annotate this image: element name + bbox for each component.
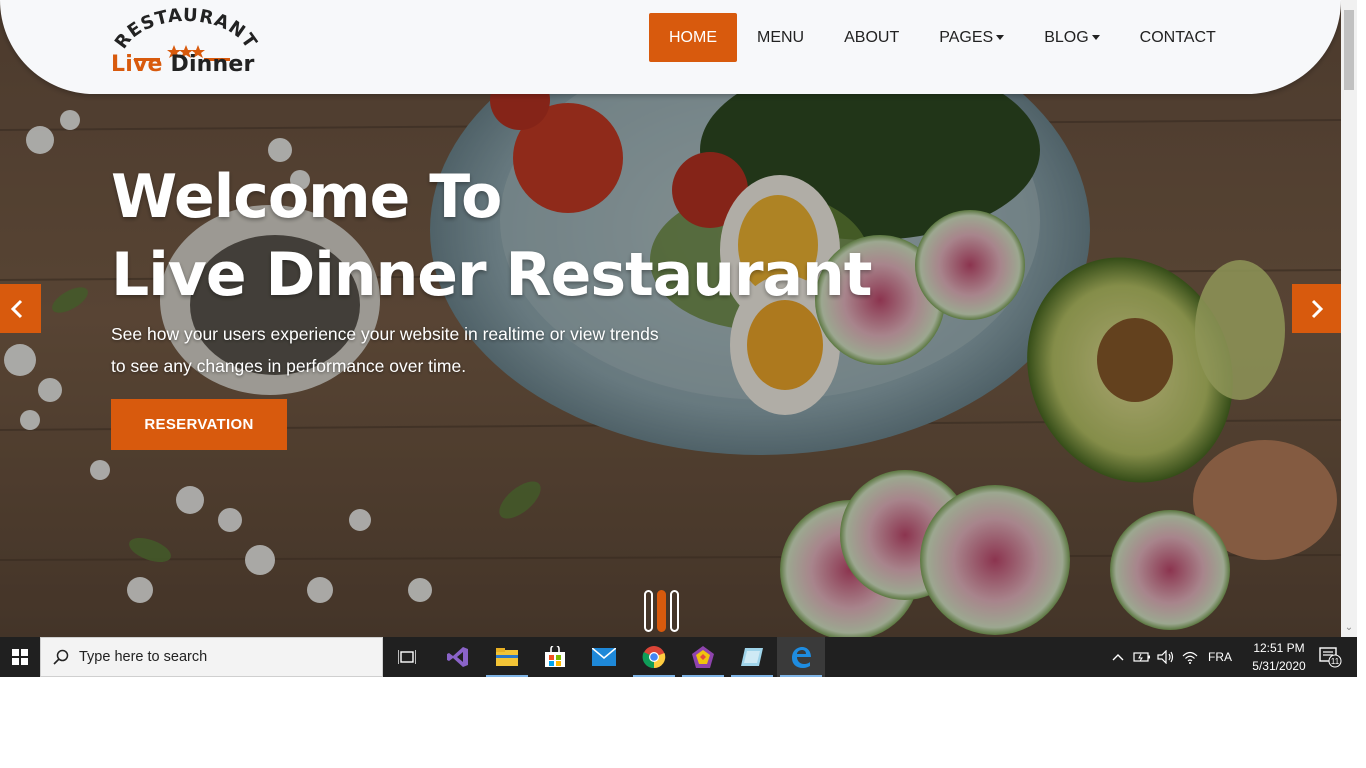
search-icon	[53, 649, 69, 665]
logo-word-live: Live	[111, 52, 163, 77]
nav-pages-dropdown[interactable]: PAGES	[919, 13, 1024, 62]
carousel-indicators	[644, 590, 679, 632]
chevron-up-icon	[1112, 654, 1124, 661]
hero-title-line-2: Live Dinner Restaurant	[111, 240, 872, 310]
visual-studio-icon	[447, 647, 468, 667]
search-placeholder: Type here to search	[79, 649, 208, 665]
site-header: RESTAURANT Live Dinner HOME MENU ABOUT P…	[0, 0, 1341, 94]
edge-icon	[792, 647, 811, 668]
nav-about-label: ABOUT	[844, 28, 900, 46]
show-hidden-icons-button[interactable]	[1106, 637, 1130, 677]
nav-pages-label: PAGES	[939, 28, 994, 46]
logo-wordmark[interactable]: Live Dinner	[111, 52, 255, 77]
photos-icon	[741, 648, 763, 666]
app-icon	[692, 646, 714, 668]
notification-icon: 11	[1319, 647, 1342, 668]
wifi-icon	[1182, 651, 1198, 664]
battery-button[interactable]	[1130, 637, 1154, 677]
nav-menu-label: MENU	[757, 28, 805, 46]
nav-about[interactable]: ABOUT	[824, 13, 919, 62]
start-button[interactable]	[0, 637, 40, 677]
edge-button[interactable]	[777, 637, 825, 677]
scrollbar-thumb[interactable]	[1344, 10, 1354, 90]
logo-word-dinner: Dinner	[170, 52, 255, 77]
chevron-left-icon	[10, 299, 22, 318]
carousel-indicator-3[interactable]	[670, 590, 679, 632]
scroll-down-icon[interactable]: ⌄	[1341, 620, 1357, 636]
browser-viewport: Welcome To Live Dinner Restaurant See ho…	[0, 0, 1341, 637]
hero-title-line-1: Welcome To	[111, 162, 502, 232]
reservation-button[interactable]: RESERVATION	[111, 399, 287, 450]
windows-taskbar: Type here to search FRA 12:51 PM 5/31/20…	[0, 637, 1357, 677]
store-button[interactable]	[531, 637, 579, 677]
battery-icon	[1133, 652, 1150, 662]
clock-time: 12:51 PM	[1253, 641, 1305, 655]
action-center-button[interactable]: 11	[1308, 637, 1352, 677]
mail-button[interactable]	[580, 637, 628, 677]
page-scrollbar[interactable]	[1341, 0, 1357, 637]
main-nav: HOME MENU ABOUT PAGES BLOG CONTACT	[649, 13, 1236, 62]
hero-subtitle: See how your users experience your websi…	[111, 324, 659, 376]
carousel-prev-button[interactable]	[0, 284, 41, 333]
volume-button[interactable]	[1154, 637, 1178, 677]
carousel-next-button[interactable]	[1292, 284, 1341, 333]
nav-menu[interactable]: MENU	[737, 13, 824, 62]
caret-down-icon	[1091, 35, 1100, 40]
colorful-app-button[interactable]	[679, 637, 727, 677]
nav-blog-dropdown[interactable]: BLOG	[1024, 13, 1119, 62]
task-view-icon	[398, 650, 416, 664]
chevron-right-icon	[1311, 299, 1323, 318]
store-icon	[545, 646, 565, 667]
system-tray: FRA 12:51 PM 5/31/2020	[1106, 637, 1312, 677]
hero-title: Welcome To Live Dinner Restaurant	[111, 158, 872, 314]
taskbar-search-box[interactable]: Type here to search	[40, 637, 383, 677]
chrome-icon	[642, 646, 666, 669]
chrome-button[interactable]	[630, 637, 678, 677]
mail-icon	[592, 648, 616, 666]
carousel-indicator-1[interactable]	[644, 590, 653, 632]
clock-date: 5/31/2020	[1252, 659, 1306, 673]
file-explorer-icon	[496, 648, 518, 666]
task-view-button[interactable]	[383, 637, 431, 677]
volume-icon	[1157, 650, 1174, 664]
input-language[interactable]: FRA	[1208, 650, 1232, 664]
network-button[interactable]	[1178, 637, 1202, 677]
nav-contact-label: CONTACT	[1139, 28, 1216, 46]
carousel-indicator-2[interactable]	[657, 590, 666, 632]
visual-studio-button[interactable]	[434, 637, 482, 677]
nav-home[interactable]: HOME	[649, 13, 737, 62]
caret-down-icon	[996, 35, 1005, 40]
nav-contact[interactable]: CONTACT	[1120, 13, 1236, 62]
nav-home-label: HOME	[669, 28, 717, 46]
windows-logo-icon	[12, 649, 28, 665]
hero-slider: Welcome To Live Dinner Restaurant See ho…	[0, 0, 1341, 637]
notification-count: 11	[1331, 657, 1340, 666]
taskbar-clock[interactable]: 12:51 PM 5/31/2020	[1246, 639, 1312, 675]
nav-blog-label: BLOG	[1044, 28, 1089, 46]
file-explorer-button[interactable]	[483, 637, 531, 677]
photos-button[interactable]	[728, 637, 776, 677]
